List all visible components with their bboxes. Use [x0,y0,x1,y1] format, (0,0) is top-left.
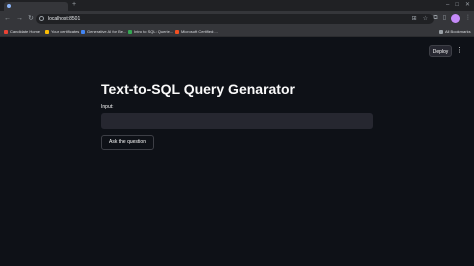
extension-area: ⧉ ▯ ⋮ [433,13,471,23]
all-bookmarks-label: All Bookmarks [445,29,471,34]
bookmark-favicon-icon [175,29,179,34]
bookmark-label: Generative AI for Be... [87,29,127,34]
bookmark-label: Intro to SQL: Querie... [134,29,174,34]
address-bar[interactable]: localhost:8501 [36,14,434,24]
app-main: Deploy ⋮ Text-to-SQL Query Genarator Inp… [0,37,474,266]
translate-icon[interactable]: ⊞ [412,14,417,24]
bookmark-favicon-icon [45,29,49,34]
nav-buttons: ← → ↻ [4,14,34,24]
input-label: Input: [101,104,114,110]
window-controls: – □ ✕ [446,1,470,9]
ask-question-button[interactable]: Ask the question [101,135,154,150]
site-info-icon[interactable] [39,16,44,21]
bookmark-candidate-home[interactable]: Candidate Home [4,28,40,35]
all-bookmarks[interactable]: All Bookmarks [439,28,471,35]
bookmarks-bar: Candidate Home Your certificates Generat… [0,27,474,37]
bookmark-favicon-icon [81,29,85,34]
reload-icon[interactable]: ↻ [28,14,34,24]
tab-strip: + – □ ✕ [0,0,474,11]
bookmark-generative-ai[interactable]: Generative AI for Be... [81,28,126,35]
chrome-menu-icon[interactable]: ⋮ [465,13,471,23]
back-icon[interactable]: ← [4,14,11,24]
close-icon[interactable]: ✕ [465,1,470,9]
sidebar-icon[interactable]: ▯ [443,13,446,23]
browser-tab[interactable] [4,2,68,11]
extensions-icon[interactable]: ⧉ [433,13,437,23]
bookmark-microsoft-certified[interactable]: Microsoft Certified:... [175,28,218,35]
bookmark-intro-to-sql[interactable]: Intro to SQL: Querie... [128,28,173,35]
profile-avatar[interactable] [451,13,460,23]
url-text[interactable]: localhost:8501 [48,15,80,23]
browser-toolbar: ← → ↻ localhost:8501 ⊞ ☆ ⧉ ▯ ⋮ [0,11,474,27]
bookmark-star-icon[interactable]: ☆ [423,14,428,24]
new-tab-icon[interactable]: + [72,1,76,9]
bookmark-label: Your certificates [51,29,80,34]
bookmark-favicon-icon [4,29,8,34]
deploy-button[interactable]: Deploy [429,45,452,57]
maximize-icon[interactable]: □ [455,1,459,9]
bookmark-your-certificates[interactable]: Your certificates [45,28,79,35]
folder-icon [439,29,443,34]
forward-icon[interactable]: → [16,14,23,24]
bookmark-label: Microsoft Certified:... [181,29,218,34]
browser-window: + – □ ✕ ← → ↻ localhost:8501 ⊞ ☆ ⧉ ▯ ⋮ C… [0,0,474,266]
bookmark-label: Candidate Home [10,29,41,34]
minimize-icon[interactable]: – [446,1,449,9]
tab-favicon-icon [7,4,11,8]
app-menu-icon[interactable]: ⋮ [456,46,463,56]
bookmark-favicon-icon [128,29,132,34]
omnibox-actions: ⊞ ☆ [412,14,428,24]
question-input[interactable] [101,113,373,129]
page-title: Text-to-SQL Query Genarator [101,81,295,97]
